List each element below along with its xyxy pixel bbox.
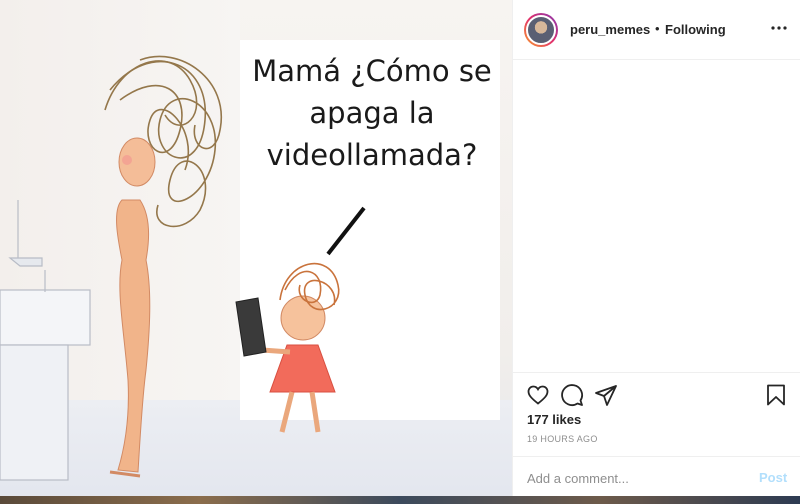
instagram-post: Mamá ¿Cómo se apaga la videollamada? per…	[0, 0, 800, 504]
bookmark-icon[interactable]	[764, 383, 788, 407]
background-strip	[0, 496, 800, 504]
comment-icon[interactable]	[560, 383, 584, 407]
heart-icon[interactable]	[526, 383, 550, 407]
comments-area[interactable]	[513, 61, 800, 371]
avatar[interactable]	[526, 15, 556, 45]
action-bar	[513, 372, 800, 412]
avatar-story-ring[interactable]	[524, 13, 558, 47]
post-image[interactable]: Mamá ¿Cómo se apaga la videollamada?	[0, 0, 512, 504]
speech-pointer-line	[326, 206, 366, 256]
following-button[interactable]: Following	[665, 22, 726, 37]
share-icon[interactable]	[594, 383, 618, 407]
sink-illustration	[0, 200, 91, 481]
post-timestamp[interactable]: 19 HOURS AGO	[527, 434, 598, 444]
post-header: peru_memes • Following	[513, 0, 800, 60]
child-figure	[235, 295, 336, 433]
post-comment-button[interactable]: Post	[759, 470, 787, 485]
username-link[interactable]: peru_memes	[570, 22, 650, 37]
header-separator: •	[655, 21, 660, 36]
more-horizontal-icon[interactable]	[769, 18, 789, 38]
comment-input[interactable]	[527, 467, 747, 489]
mother-figure	[109, 137, 156, 478]
post-side-panel: peru_memes • Following 177 likes 19 HOUR…	[512, 0, 800, 504]
meme-caption: Mamá ¿Cómo se apaga la videollamada?	[252, 54, 492, 172]
likes-count[interactable]: 177 likes	[527, 412, 581, 427]
